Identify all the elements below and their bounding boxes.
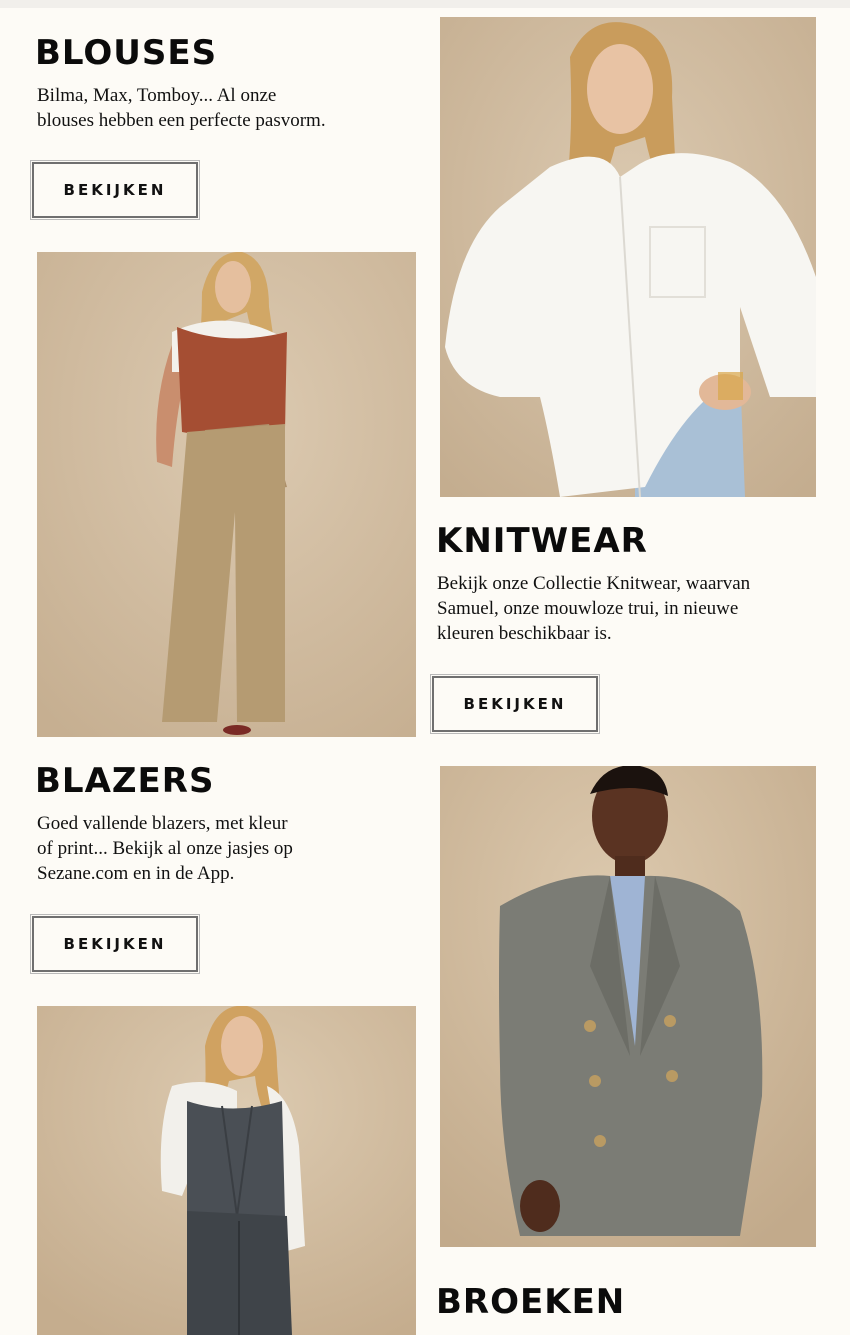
model-rust-knit-vest-photo[interactable] xyxy=(37,252,416,737)
knitwear-view-button[interactable]: BEKIJKEN xyxy=(430,674,600,734)
knitwear-title: KNITWEAR xyxy=(436,521,648,561)
knitwear-description: Bekijk onze Collectie Knitwear, waarvan … xyxy=(437,573,751,644)
blazers-description: Goed vallende blazers, met kleur of prin… xyxy=(37,813,293,884)
blouses-title: BLOUSES xyxy=(35,33,218,73)
blazers-title: BLAZERS xyxy=(35,761,215,801)
blouses-description: Bilma, Max, Tomboy... Al onze blouses he… xyxy=(37,85,326,131)
model-white-shirt-photo[interactable] xyxy=(440,17,816,497)
model-grey-blazer-photo[interactable] xyxy=(440,766,816,1247)
blouses-view-button[interactable]: BEKIJKEN xyxy=(30,160,200,220)
top-edge xyxy=(0,0,850,8)
broeken-title: BROEKEN xyxy=(436,1282,626,1322)
blazers-view-button[interactable]: BEKIJKEN xyxy=(30,914,200,974)
model-grey-waistcoat-photo[interactable] xyxy=(37,1006,416,1335)
